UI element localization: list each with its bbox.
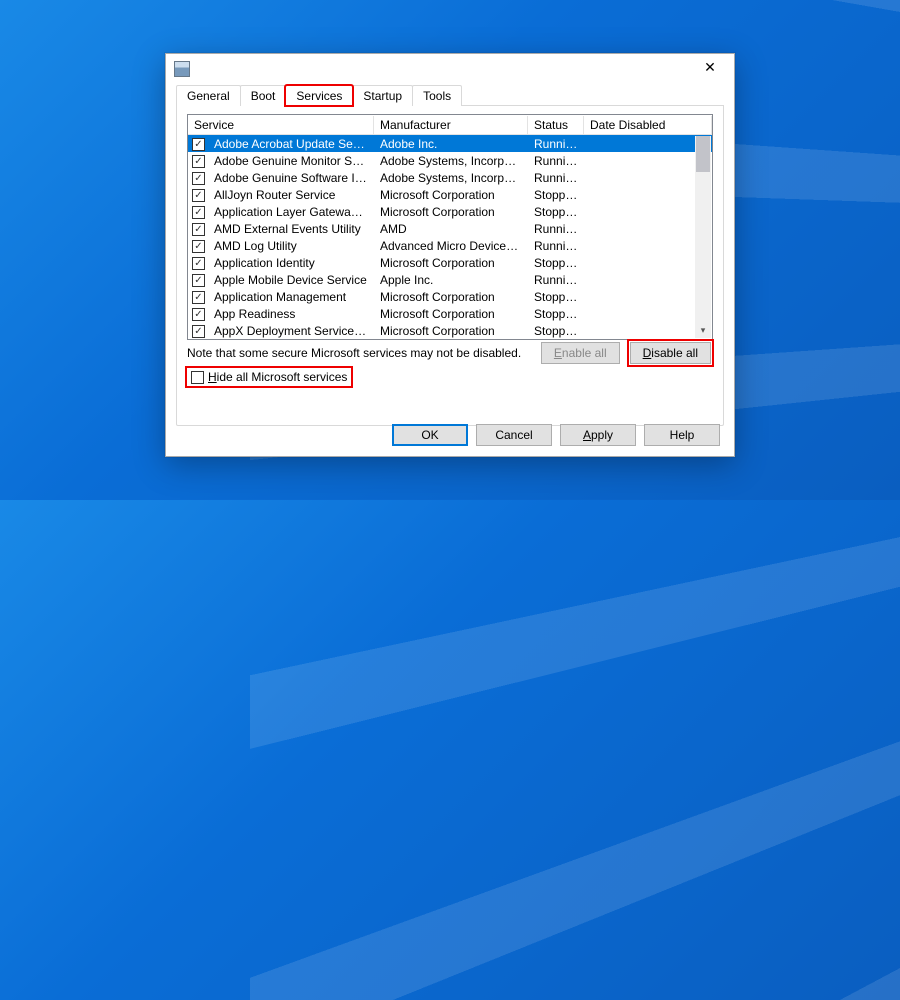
cell-manufacturer: Microsoft Corporation — [374, 307, 528, 321]
cell-manufacturer: Adobe Systems, Incorpora... — [374, 171, 528, 185]
cell-manufacturer: AMD — [374, 222, 528, 236]
disable-all-button[interactable]: Disable all — [630, 342, 711, 364]
cell-service: AMD Log Utility — [208, 239, 374, 253]
tab-services[interactable]: Services — [285, 85, 353, 106]
cell-service: Adobe Acrobat Update Service — [208, 137, 374, 151]
cell-service: AppX Deployment Service (AppX... — [208, 324, 374, 338]
cell-service: Apple Mobile Device Service — [208, 273, 374, 287]
table-row[interactable]: ✓Application Layer Gateway ServiceMicros… — [188, 203, 712, 220]
cell-status: Running — [528, 171, 584, 185]
tabstrip: General Boot Services Startup Tools — [176, 84, 724, 106]
cell-status: Running — [528, 154, 584, 168]
col-date-disabled[interactable]: Date Disabled — [584, 116, 712, 134]
tab-boot[interactable]: Boot — [240, 85, 287, 106]
app-icon — [174, 61, 190, 77]
ok-button[interactable]: OK — [392, 424, 468, 446]
cell-service: AllJoyn Router Service — [208, 188, 374, 202]
cell-status: Stopped — [528, 256, 584, 270]
cell-status: Running — [528, 273, 584, 287]
cell-status: Running — [528, 137, 584, 151]
cell-manufacturer: Adobe Inc. — [374, 137, 528, 151]
row-checkbox[interactable]: ✓ — [192, 325, 205, 338]
cell-status: Stopped — [528, 290, 584, 304]
table-row[interactable]: ✓AMD External Events UtilityAMDRunning — [188, 220, 712, 237]
msconfig-window: ✕ General Boot Services Startup Tools Se… — [165, 53, 735, 457]
row-checkbox[interactable]: ✓ — [192, 308, 205, 321]
row-checkbox[interactable]: ✓ — [192, 189, 205, 202]
hide-ms-services-checkbox[interactable]: Hide all Microsoft services — [187, 368, 351, 386]
row-checkbox[interactable]: ✓ — [192, 206, 205, 219]
cell-service: Application Layer Gateway Service — [208, 205, 374, 219]
tab-general[interactable]: General — [176, 85, 241, 106]
table-row[interactable]: ✓AMD Log UtilityAdvanced Micro Devices, … — [188, 237, 712, 254]
row-checkbox[interactable]: ✓ — [192, 172, 205, 185]
cell-status: Stopped — [528, 324, 584, 338]
table-header: Service Manufacturer Status Date Disable… — [188, 115, 712, 135]
row-checkbox[interactable]: ✓ — [192, 138, 205, 151]
cell-manufacturer: Apple Inc. — [374, 273, 528, 287]
services-table: Service Manufacturer Status Date Disable… — [187, 114, 713, 340]
note-text: Note that some secure Microsoft services… — [187, 346, 521, 360]
cell-manufacturer: Microsoft Corporation — [374, 256, 528, 270]
table-row[interactable]: ✓Adobe Acrobat Update ServiceAdobe Inc.R… — [188, 135, 712, 152]
cell-manufacturer: Microsoft Corporation — [374, 205, 528, 219]
cell-service: Adobe Genuine Software Integri... — [208, 171, 374, 185]
col-service[interactable]: Service — [188, 116, 374, 134]
table-row[interactable]: ✓Adobe Genuine Monitor ServiceAdobe Syst… — [188, 152, 712, 169]
row-checkbox[interactable]: ✓ — [192, 257, 205, 270]
table-row[interactable]: ✓App ReadinessMicrosoft CorporationStopp… — [188, 305, 712, 322]
cell-manufacturer: Microsoft Corporation — [374, 290, 528, 304]
cell-manufacturer: Advanced Micro Devices, I... — [374, 239, 528, 253]
tab-tools[interactable]: Tools — [412, 85, 462, 106]
cancel-button[interactable]: Cancel — [476, 424, 552, 446]
cell-service: AMD External Events Utility — [208, 222, 374, 236]
table-row[interactable]: ✓Adobe Genuine Software Integri...Adobe … — [188, 169, 712, 186]
row-checkbox[interactable]: ✓ — [192, 291, 205, 304]
titlebar: ✕ — [166, 54, 734, 84]
checkbox-icon — [191, 371, 204, 384]
cell-manufacturer: Adobe Systems, Incorpora... — [374, 154, 528, 168]
row-checkbox[interactable]: ✓ — [192, 223, 205, 236]
table-row[interactable]: ✓AllJoyn Router ServiceMicrosoft Corpora… — [188, 186, 712, 203]
cell-service: App Readiness — [208, 307, 374, 321]
row-checkbox[interactable]: ✓ — [192, 155, 205, 168]
close-button[interactable]: ✕ — [690, 53, 730, 81]
cell-status: Stopped — [528, 188, 584, 202]
enable-all-button[interactable]: Enable all — [541, 342, 620, 364]
apply-button[interactable]: Apply — [560, 424, 636, 446]
table-row[interactable]: ✓AppX Deployment Service (AppX...Microso… — [188, 322, 712, 339]
cell-status: Running — [528, 239, 584, 253]
cell-manufacturer: Microsoft Corporation — [374, 324, 528, 338]
table-row[interactable]: ✓Application IdentityMicrosoft Corporati… — [188, 254, 712, 271]
tab-panel: Service Manufacturer Status Date Disable… — [176, 106, 724, 426]
table-row[interactable]: ✓Application ManagementMicrosoft Corpora… — [188, 288, 712, 305]
scroll-down-icon[interactable]: ▾ — [696, 322, 710, 338]
col-status[interactable]: Status — [528, 116, 584, 134]
cell-status: Running — [528, 222, 584, 236]
cell-status: Stopped — [528, 205, 584, 219]
col-manufacturer[interactable]: Manufacturer — [374, 116, 528, 134]
row-checkbox[interactable]: ✓ — [192, 274, 205, 287]
table-row[interactable]: ✓Apple Mobile Device ServiceApple Inc.Ru… — [188, 271, 712, 288]
scrollbar-thumb[interactable] — [696, 136, 710, 172]
cell-manufacturer: Microsoft Corporation — [374, 188, 528, 202]
scrollbar[interactable]: ▾ — [695, 136, 711, 338]
row-checkbox[interactable]: ✓ — [192, 240, 205, 253]
cell-service: Application Identity — [208, 256, 374, 270]
cell-status: Stopped — [528, 307, 584, 321]
cell-service: Adobe Genuine Monitor Service — [208, 154, 374, 168]
cell-service: Application Management — [208, 290, 374, 304]
help-button[interactable]: Help — [644, 424, 720, 446]
tab-startup[interactable]: Startup — [352, 85, 413, 106]
